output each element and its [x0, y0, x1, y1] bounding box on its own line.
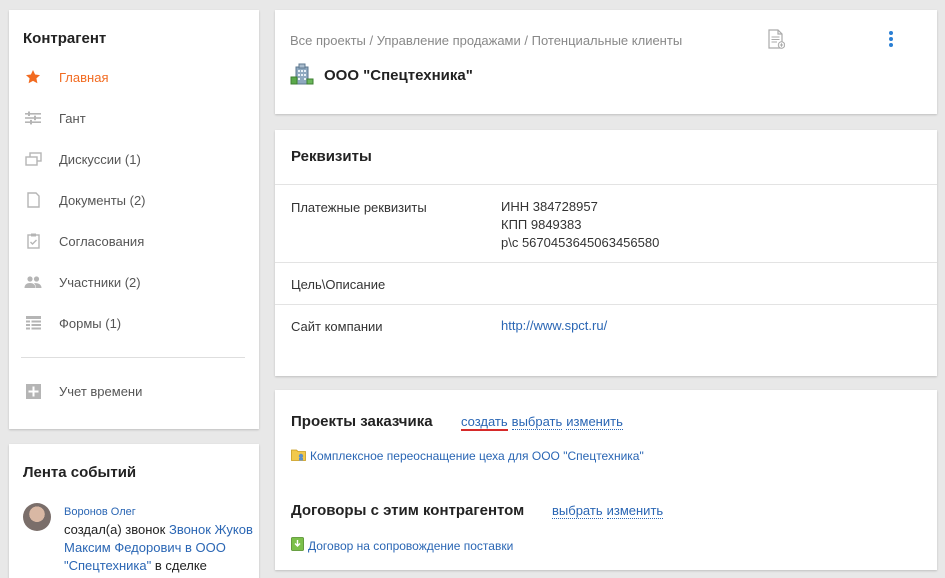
project-folder-icon — [291, 448, 306, 464]
breadcrumb-potential-clients[interactable]: Потенциальные клиенты — [532, 33, 683, 48]
chat-icon — [23, 151, 43, 167]
people-icon — [23, 274, 43, 290]
contracts-title: Договоры с этим контрагентом — [291, 502, 525, 519]
breadcrumb-separator: / — [365, 33, 377, 48]
requisites-panel: Реквизиты Платежные реквизиты ИНН 384728… — [275, 130, 937, 376]
website-link[interactable]: http://www.spct.ru/ — [501, 318, 607, 333]
feed-text-suffix: в сделке — [151, 558, 207, 573]
projects-panel: Проекты заказчика создать выбрать изменить… — [275, 390, 937, 570]
event-feed-panel: Лента событий Воронов Олег создал(а) зво… — [9, 444, 259, 578]
sidebar-title: Контрагент — [23, 30, 107, 47]
star-icon — [23, 69, 43, 85]
sliders-icon — [23, 110, 43, 126]
sidebar-item-label: Формы (1) — [59, 315, 122, 331]
sidebar-item-time-tracking[interactable]: Учет времени — [23, 380, 253, 402]
website-label: Сайт компании — [291, 319, 383, 334]
sidebar-item-participants[interactable]: Участники (2) — [23, 271, 253, 293]
company-building-icon — [290, 62, 314, 89]
account-value: р\с 5670453645063456580 — [501, 235, 660, 250]
select-contract-link[interactable]: выбрать — [552, 503, 603, 519]
edit-contract-link[interactable]: изменить — [606, 503, 664, 519]
description-label: Цель\Описание — [291, 277, 386, 292]
sidebar-item-label: Гант — [59, 110, 86, 126]
create-project-link[interactable]: создать — [461, 414, 508, 431]
payment-requisites-value: ИНН 384728957 КПП 9849383 р\с 5670453645… — [501, 198, 659, 252]
sidebar-item-label: Согласования — [59, 233, 145, 249]
kpp-value: КПП 9849383 — [501, 217, 582, 232]
project-item-label: Комплексное переоснащение цеха для ООО "… — [310, 449, 644, 463]
sidebar-item-approvals[interactable]: Согласования — [23, 230, 253, 252]
sidebar-item-label: Дискуссии (1) — [59, 151, 141, 167]
sidebar-item-main[interactable]: Главная — [23, 66, 253, 88]
sidebar-item-documents[interactable]: Документы (2) — [23, 189, 253, 211]
document-icon — [23, 192, 43, 208]
breadcrumb-all-projects[interactable]: Все проекты — [290, 33, 366, 48]
customer-projects-actions: создать выбрать изменить — [461, 414, 627, 431]
breadcrumb: Все проекты / Управление продажами / Пот… — [290, 33, 682, 48]
requisites-row-payment: Платежные реквизиты ИНН 384728957 КПП 98… — [275, 184, 937, 262]
feed-author-link[interactable]: Воронов Олег — [64, 506, 136, 518]
form-icon — [23, 315, 43, 331]
clipboard-check-icon — [23, 233, 43, 249]
avatar[interactable] — [23, 503, 51, 531]
feed-event-text: создал(а) звонок Звонок Жуков Максим Фед… — [64, 521, 254, 575]
website-value: http://www.spct.ru/ — [501, 317, 607, 335]
feed-title: Лента событий — [23, 464, 137, 481]
more-options-icon[interactable] — [885, 28, 897, 50]
edit-project-link[interactable]: изменить — [566, 414, 623, 430]
contract-item-label: Договор на сопровождение поставки — [308, 538, 514, 553]
contract-document-icon — [291, 537, 304, 554]
requisites-row-website: Сайт компании http://www.spct.ru/ — [275, 304, 937, 346]
breadcrumb-separator: / — [520, 33, 532, 48]
plus-box-icon — [23, 383, 43, 399]
contract-item[interactable]: Договор на сопровождение поставки — [291, 537, 513, 554]
sidebar-item-label: Главная — [59, 69, 109, 85]
sidebar-panel: Контрагент Главная Гант Дискуссии (1) До… — [9, 10, 259, 429]
sidebar-item-discussions[interactable]: Дискуссии (1) — [23, 148, 253, 170]
sidebar-item-gantt[interactable]: Гант — [23, 107, 253, 129]
sidebar-item-forms[interactable]: Формы (1) — [23, 312, 253, 334]
sidebar-item-label: Участники (2) — [59, 274, 141, 290]
sidebar-item-label: Учет времени — [59, 383, 143, 399]
customer-projects-title: Проекты заказчика — [291, 413, 433, 430]
select-project-link[interactable]: выбрать — [511, 414, 563, 430]
sidebar-divider — [21, 357, 245, 358]
add-document-icon[interactable] — [768, 29, 786, 52]
sidebar-item-label: Документы (2) — [59, 192, 146, 208]
contracts-actions: выбрать изменить — [552, 503, 667, 519]
page-title: ООО "Спецтехника" — [324, 67, 473, 84]
breadcrumb-sales-management[interactable]: Управление продажами — [377, 33, 521, 48]
feed-text-prefix: создал(а) звонок — [64, 522, 169, 537]
project-item[interactable]: Комплексное переоснащение цеха для ООО "… — [291, 448, 644, 464]
requisites-title: Реквизиты — [291, 148, 372, 165]
inn-value: ИНН 384728957 — [501, 199, 598, 214]
payment-requisites-label: Платежные реквизиты — [291, 200, 427, 215]
header-panel: Все проекты / Управление продажами / Пот… — [275, 10, 937, 114]
requisites-row-description: Цель\Описание — [275, 262, 937, 304]
